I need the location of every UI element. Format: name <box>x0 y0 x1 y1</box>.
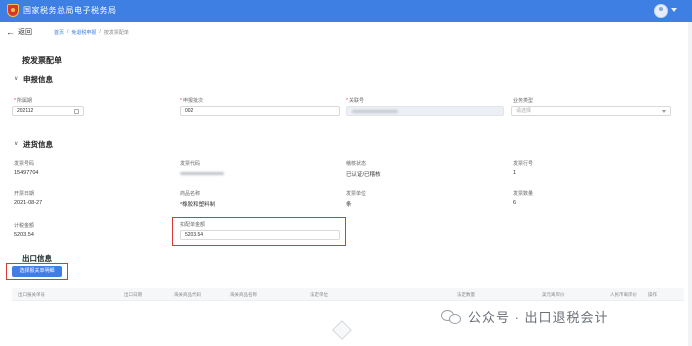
invoice-quantity-value: 6 <box>513 200 517 206</box>
field-label: 发票代码 <box>180 161 201 167</box>
period-date-input[interactable]: 202112 <box>12 106 84 116</box>
watermark: 公众号 · 出口退税会计 <box>441 307 609 326</box>
section-title-declare: 申报信息 <box>23 75 53 84</box>
breadcrumb-home[interactable]: 首页 <box>54 29 64 36</box>
tax-emblem-icon <box>7 4 19 17</box>
breadcrumb-refund[interactable]: 免退税申报 <box>71 29 96 36</box>
match-amount-input[interactable]: 5203.54 <box>180 230 340 240</box>
field-label-batch: *申报批次 <box>180 97 203 104</box>
field-label: 发票单位 <box>346 191 367 197</box>
calendar-icon[interactable] <box>74 109 79 114</box>
field-label-business-type: 业务类型 <box>513 97 533 104</box>
chevron-down-icon[interactable]: ∨ <box>14 140 18 147</box>
field-label: 稽核状态 <box>346 161 367 167</box>
redacted-value <box>352 110 398 113</box>
app-title: 国家税务总局电子税务局 <box>23 6 117 15</box>
field-label-relation-no: *关联号 <box>346 97 364 104</box>
chevron-down-icon <box>662 110 666 113</box>
audit-status-value: 已认证/已稽核 <box>346 172 381 178</box>
relation-no-input <box>346 106 504 116</box>
column-header: 美元离岸价 <box>542 292 565 297</box>
top-bar: 国家税务总局电子税务局 <box>0 0 692 22</box>
back-button[interactable]: ← 返回 <box>6 27 32 37</box>
column-header: 法定数量 <box>457 292 475 297</box>
issue-date-value: 2021-08-27 <box>14 200 43 206</box>
taxable-amount-value: 5203.54 <box>14 232 34 238</box>
column-header: 出口报关单号 <box>18 292 45 297</box>
invoice-unit-value: 条 <box>346 202 352 208</box>
label-text: 申报批次 <box>182 98 203 104</box>
field-label: 发票号码 <box>14 161 35 167</box>
breadcrumb-separator: / <box>67 29 69 35</box>
back-label: 返回 <box>18 29 32 36</box>
required-mark: * <box>346 98 348 104</box>
required-mark: * <box>180 98 182 104</box>
breadcrumb-separator: / <box>99 29 101 35</box>
wechat-icon <box>441 308 463 326</box>
page-title: 按发票配单 <box>22 56 62 65</box>
field-label: 扣配单金额 <box>180 222 206 228</box>
label-text: 关联号 <box>348 98 364 104</box>
batch-input[interactable]: 002 <box>180 106 340 116</box>
label-text: 业务类型 <box>513 98 534 104</box>
period-value: 202112 <box>17 108 34 114</box>
chevron-down-icon[interactable] <box>671 8 677 12</box>
export-table-header: 出口报关单号 出口日期 海关商品代码 海关商品名称 法定单位 法定数量 美元离岸… <box>12 288 684 301</box>
select-placeholder: 请选择 <box>516 108 532 114</box>
field-label: 发票数量 <box>513 191 534 197</box>
invoice-line-value: 1 <box>513 170 517 176</box>
arrow-left-icon: ← <box>6 27 15 37</box>
field-label-period: *所属期 <box>14 97 32 104</box>
scrollbar-track[interactable] <box>688 22 692 346</box>
match-amount-value: 5203.54 <box>185 232 204 238</box>
chevron-down-icon[interactable]: ∨ <box>14 75 18 82</box>
field-label: 发票行号 <box>513 161 534 167</box>
column-header: 海关商品名称 <box>230 292 257 297</box>
required-mark: * <box>14 98 16 104</box>
invoice-code-redacted <box>180 172 224 175</box>
product-name-value: *橡胶和塑料制 <box>180 202 216 208</box>
batch-value: 002 <box>185 108 194 114</box>
column-header: 人民币离岸价 <box>610 292 637 297</box>
bubble-shape <box>449 313 461 324</box>
column-header: 操作 <box>648 292 657 297</box>
empty-box-icon <box>332 320 352 340</box>
breadcrumb: 首页 / 免退税申报 / 按发票配单 <box>54 29 129 36</box>
select-customs-detail-button[interactable]: 选择报关单明细 <box>12 266 62 277</box>
column-header: 海关商品代码 <box>174 292 201 297</box>
field-label: 开票日期 <box>14 191 35 197</box>
business-type-select[interactable]: 请选择 <box>511 106 671 116</box>
breadcrumb-current: 按发票配单 <box>103 30 129 36</box>
label-text: 所属期 <box>16 98 32 104</box>
column-header: 出口日期 <box>124 292 142 297</box>
watermark-text: 公众号 · 出口退税会计 <box>468 310 609 325</box>
column-header: 法定单位 <box>310 292 328 297</box>
section-title-purchase: 进货信息 <box>23 140 53 149</box>
field-label: 计税金额 <box>14 223 35 229</box>
field-label: 商品名称 <box>180 191 201 197</box>
invoice-number-value: 15497704 <box>14 170 39 176</box>
user-avatar-icon[interactable] <box>654 4 668 18</box>
